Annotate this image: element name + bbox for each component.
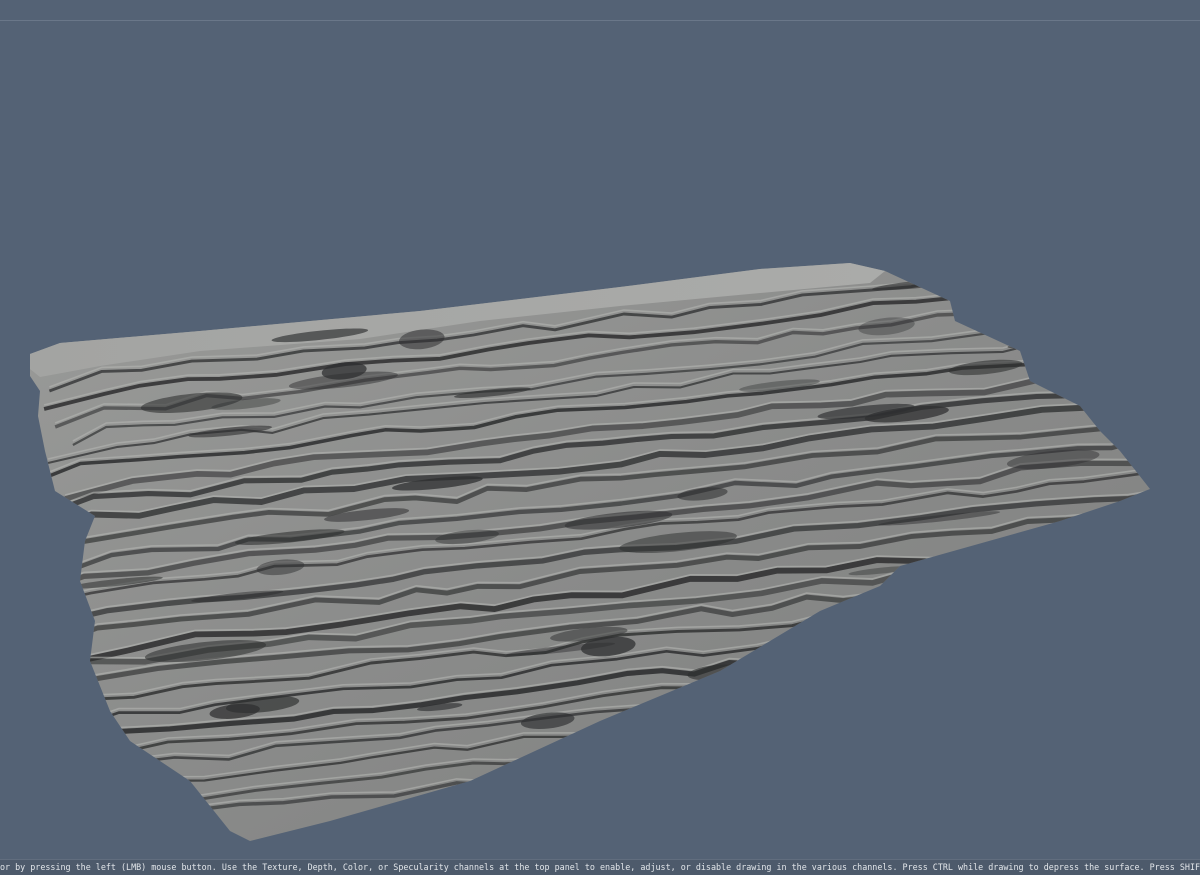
sculpt-app-window: or by pressing the left (LMB) mouse butt… bbox=[0, 0, 1200, 875]
3d-viewport[interactable] bbox=[0, 21, 1200, 859]
bark-cavity bbox=[803, 672, 886, 684]
bark-cavity bbox=[78, 767, 122, 786]
bark-mesh[interactable] bbox=[27, 251, 1200, 841]
bark-cavity bbox=[1007, 334, 1119, 349]
status-bar: or by pressing the left (LMB) mouse butt… bbox=[0, 859, 1200, 875]
viewport-canvas[interactable] bbox=[0, 21, 1200, 859]
status-help-text: or by pressing the left (LMB) mouse butt… bbox=[0, 862, 1200, 872]
